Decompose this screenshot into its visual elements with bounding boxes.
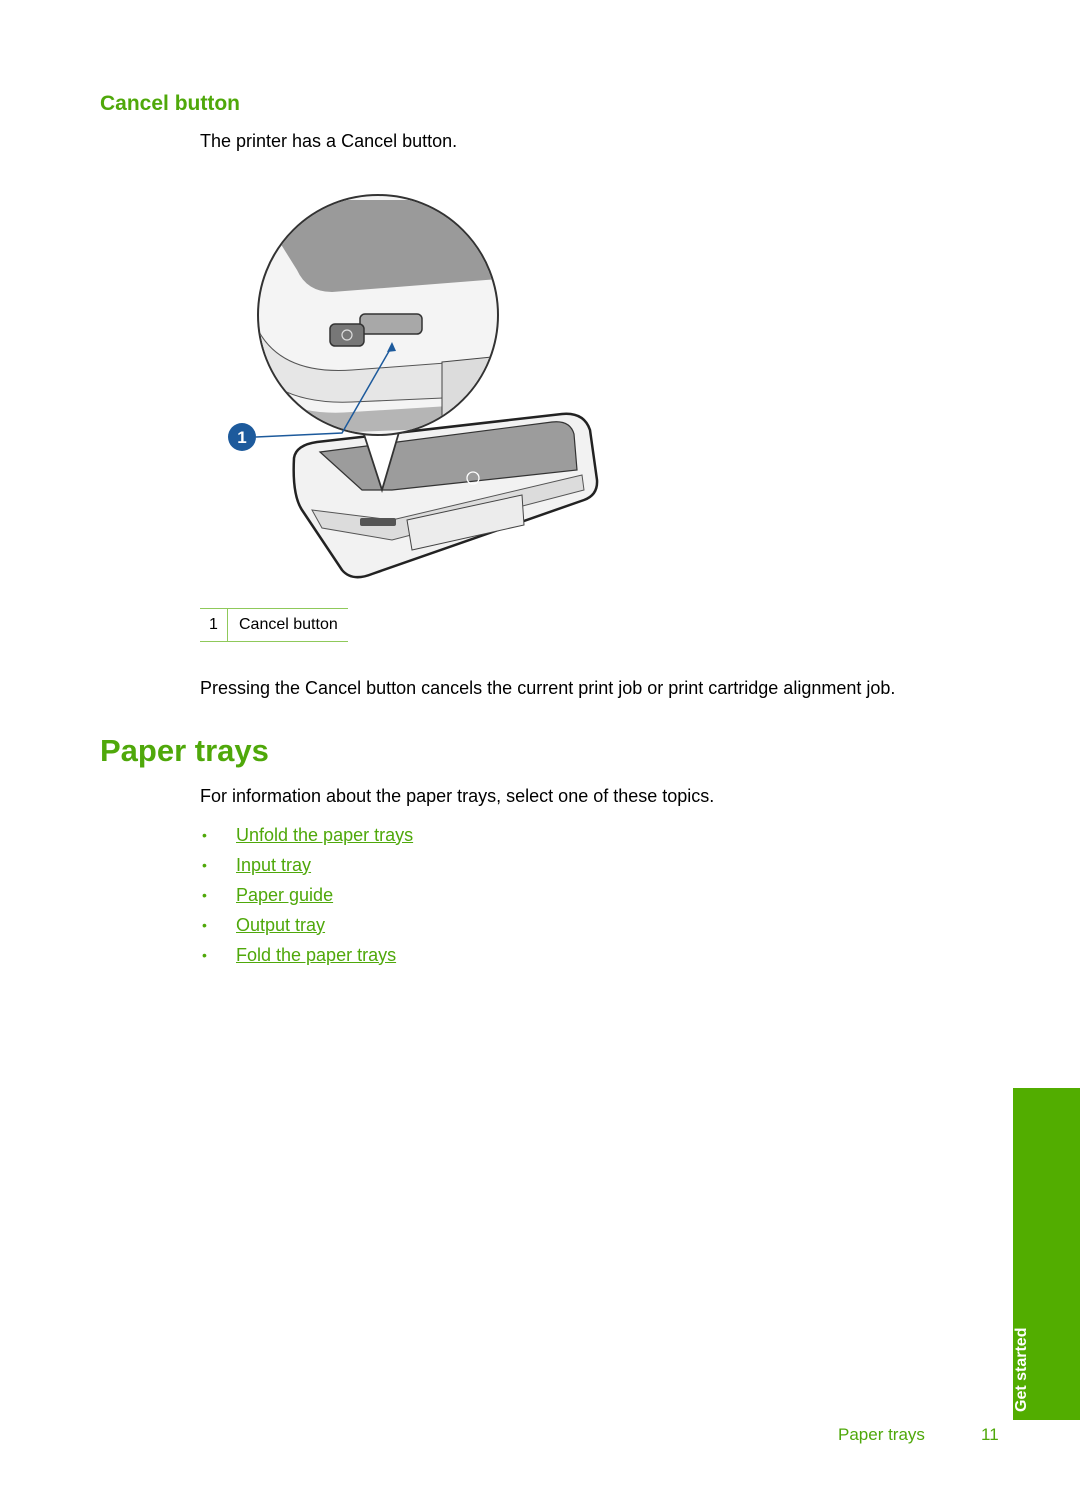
callout-number: 1: [200, 609, 228, 641]
chapter-side-tab: Get started: [1013, 1088, 1080, 1420]
cancel-description-text: Pressing the Cancel button cancels the c…: [200, 678, 896, 698]
bullet-icon: •: [202, 887, 207, 903]
bullet-icon: •: [202, 827, 207, 843]
list-item: • Paper guide: [200, 880, 413, 910]
footer-section-title: Paper trays: [838, 1425, 925, 1444]
topic-link-list: • Unfold the paper trays • Input tray • Pap…: [200, 820, 413, 970]
callout-table: 1 Cancel button: [200, 608, 348, 642]
link-output-tray[interactable]: Output tray: [236, 915, 325, 936]
callout-label: Cancel button: [239, 616, 338, 633]
link-unfold-paper-trays[interactable]: Unfold the paper trays: [236, 825, 413, 846]
printer-button-panel: [360, 518, 396, 526]
link-paper-guide[interactable]: Paper guide: [236, 885, 333, 906]
paper-trays-intro-text: For information about the paper trays, s…: [200, 786, 715, 806]
section-heading-cancel-button: Cancel button: [100, 92, 240, 115]
link-fold-paper-trays[interactable]: Fold the paper trays: [236, 945, 396, 966]
list-item: • Unfold the paper trays: [200, 820, 413, 850]
magnified-cancel-button: [359, 313, 423, 335]
cancel-intro-text: The printer has a Cancel button.: [200, 131, 458, 151]
printer-illustration: 1: [212, 190, 612, 590]
footer-page-number: 11: [981, 1425, 999, 1444]
printer-figure-svg: 1: [228, 194, 599, 579]
list-item: • Output tray: [200, 910, 413, 940]
list-item: • Input tray: [200, 850, 413, 880]
bullet-icon: •: [202, 857, 207, 873]
link-input-tray[interactable]: Input tray: [236, 855, 311, 876]
chapter-tab-label: Get started: [1013, 1327, 1030, 1412]
bullet-icon: •: [202, 947, 207, 963]
bullet-icon: •: [202, 917, 207, 933]
page-heading-paper-trays: Paper trays: [100, 733, 269, 768]
callout-marker-number: 1: [237, 428, 246, 447]
list-item: • Fold the paper trays: [200, 940, 413, 970]
magnified-power-button: [329, 323, 365, 347]
